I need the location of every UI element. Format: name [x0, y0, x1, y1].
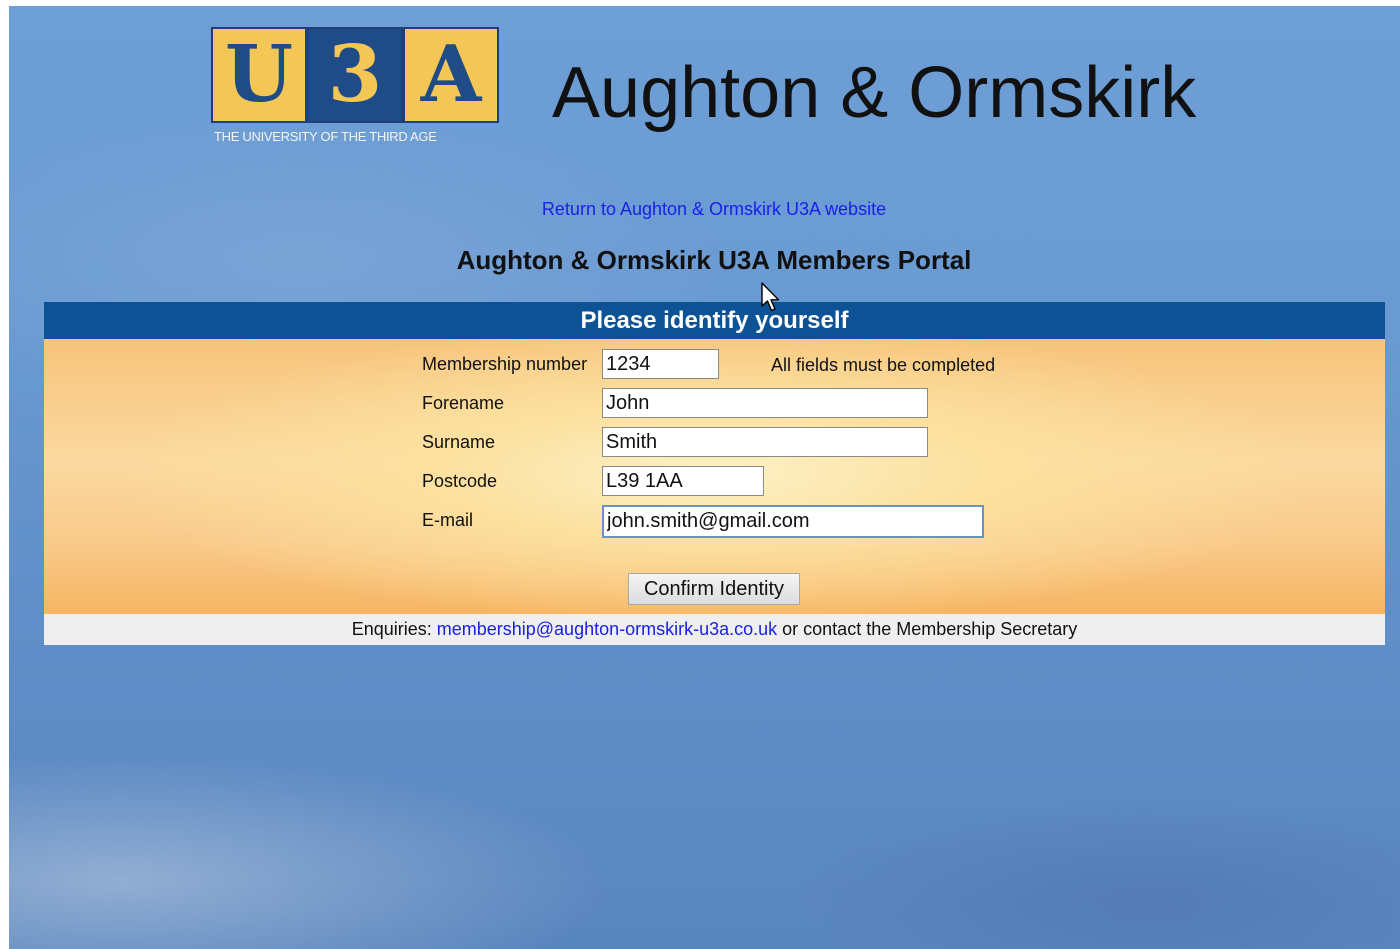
required-fields-note: All fields must be completed: [771, 355, 996, 375]
surname-input[interactable]: [602, 427, 928, 457]
postcode-input[interactable]: [602, 466, 764, 496]
identify-form: Membership number All fields must be com…: [44, 339, 1385, 614]
membership-number-input[interactable]: [602, 349, 719, 379]
postcode-label: Postcode: [422, 471, 498, 491]
logo-letter-a: A: [403, 27, 499, 123]
identify-panel: Please identify yourself Membership numb…: [44, 302, 1385, 645]
site-title: Aughton & Ormskirk: [552, 53, 1197, 133]
enquiries-footer: Enquiries: membership@aughton-ormskirk-u…: [44, 614, 1385, 645]
email-input[interactable]: [602, 505, 984, 538]
surname-label: Surname: [422, 432, 496, 452]
forename-input[interactable]: [602, 388, 928, 418]
confirm-identity-button[interactable]: Confirm Identity: [628, 573, 800, 605]
portal-title: Aughton & Ormskirk U3A Members Portal: [456, 245, 972, 275]
logo-letter-u: U: [211, 27, 307, 123]
logo-letter-3: 3: [307, 27, 403, 123]
top-border: [0, 0, 1400, 6]
panel-header: Please identify yourself: [44, 302, 1385, 339]
return-to-website-link[interactable]: Return to Aughton & Ormskirk U3A website: [0, 199, 1400, 220]
u3a-logo: U 3 A THE UNIVERSITY OF THE THIRD AGE: [211, 27, 501, 149]
left-border: [0, 0, 9, 949]
membership-number-label: Membership number: [422, 354, 588, 374]
enquiries-suffix: or contact the Membership Secretary: [777, 619, 1078, 639]
logo-tagline: THE UNIVERSITY OF THE THIRD AGE: [214, 129, 437, 144]
email-label: E-mail: [422, 510, 474, 530]
membership-email-link[interactable]: membership@aughton-ormskirk-u3a.co.uk: [437, 619, 777, 639]
mouse-pointer-icon: [761, 282, 780, 312]
forename-label: Forename: [422, 393, 505, 413]
enquiries-prefix: Enquiries:: [351, 619, 437, 639]
